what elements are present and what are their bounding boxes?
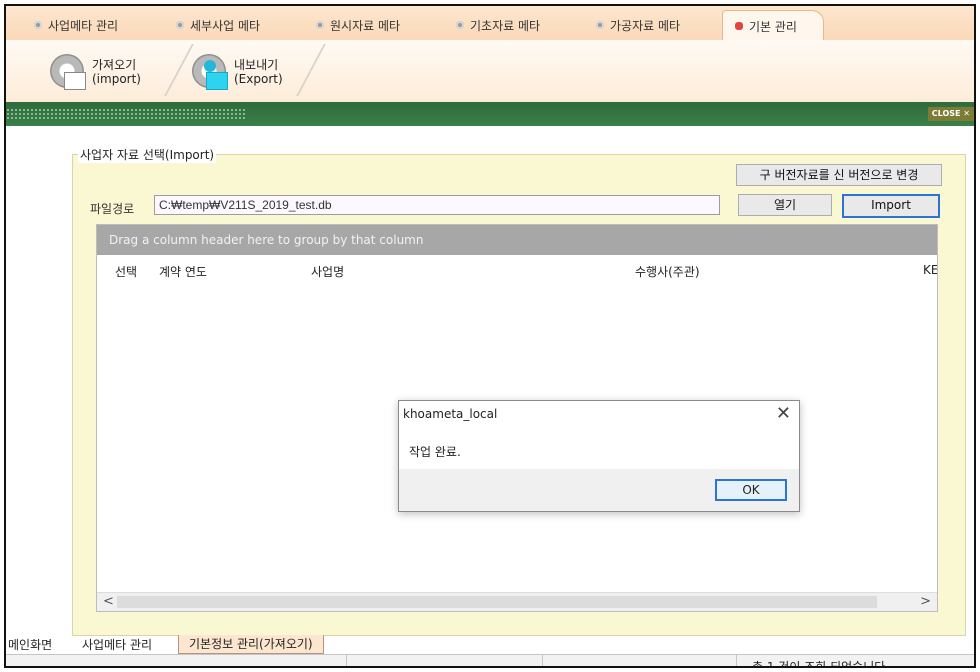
column-header-contract-year[interactable]: 계약 연도 xyxy=(159,263,207,280)
bottom-tab-main[interactable]: 메인화면 xyxy=(8,636,52,654)
dot-pattern xyxy=(6,108,246,120)
ribbon-divider xyxy=(164,44,194,96)
tab-label: 기초자료 메타 xyxy=(470,18,541,33)
import-gear-icon xyxy=(50,54,86,90)
tab-bullet-icon xyxy=(456,21,464,29)
title-bar: CLOSE ✕ xyxy=(6,102,974,126)
tab-raw-data-meta[interactable]: 원시자료 메타 xyxy=(316,15,400,35)
import-button[interactable]: Import xyxy=(842,194,940,218)
open-button[interactable]: 열기 xyxy=(738,194,832,216)
close-button[interactable]: CLOSE ✕ xyxy=(927,107,974,121)
tab-label: 기본 관리 xyxy=(749,19,797,34)
path-label: 파일경로 xyxy=(90,202,135,216)
dialog-body: 작업 완료. xyxy=(399,429,799,469)
tab-active-icon xyxy=(735,22,743,30)
status-divider xyxy=(542,655,543,666)
scroll-right-icon[interactable]: > xyxy=(920,594,931,609)
dialog-ok-button[interactable]: OK xyxy=(715,479,787,501)
message-dialog: khoameta_local ✕ 작업 완료. OK xyxy=(398,400,800,512)
convert-version-button[interactable]: 구 버전자료를 신 버전으로 변경 xyxy=(736,164,942,186)
bottom-tab-basic-info-import[interactable]: 기본정보 관리(가져오기) xyxy=(178,635,324,654)
scroll-thumb[interactable] xyxy=(117,596,877,608)
tab-detail-meta[interactable]: 세부사업 메타 xyxy=(176,15,260,35)
status-divider xyxy=(736,655,737,666)
tab-label: 원시자료 메타 xyxy=(330,18,401,33)
bottom-tab-business-meta[interactable]: 사업메타 관리 xyxy=(82,636,152,654)
column-header-contractor[interactable]: 수행사(주관) xyxy=(635,263,700,280)
tab-label: 사업메타 관리 xyxy=(48,18,119,33)
tab-label: 가공자료 메타 xyxy=(610,18,681,33)
tab-bullet-icon xyxy=(316,21,324,29)
export-ribbon-button[interactable]: 내보내기 (Export) xyxy=(192,50,283,94)
tab-bullet-icon xyxy=(176,21,184,29)
tab-label: 세부사업 메타 xyxy=(190,18,261,33)
dialog-message: 작업 완료. xyxy=(409,445,461,459)
tab-bullet-icon xyxy=(34,21,42,29)
fieldset-legend: 사업자 자료 선택(Import) xyxy=(78,146,217,163)
import-sublabel: (import) xyxy=(92,72,141,86)
tab-basic-management[interactable]: 기본 관리 xyxy=(722,10,824,41)
file-path-input[interactable] xyxy=(154,195,720,215)
export-gear-icon xyxy=(192,54,228,90)
status-divider xyxy=(346,655,347,666)
app-window: 사업메타 관리 세부사업 메타 원시자료 메타 기초자료 메타 가공자료 메타 … xyxy=(4,4,976,668)
status-bar: 총 1 건이 조회 되었습니다. xyxy=(6,654,974,668)
bottom-tab-strip: 메인화면 사업메타 관리 기본정보 관리(가져오기) xyxy=(6,635,974,654)
horizontal-scrollbar[interactable]: < > xyxy=(97,592,937,611)
import-ribbon-button[interactable]: 가져오기 (import) xyxy=(50,50,141,94)
tab-basic-data-meta[interactable]: 기초자료 메타 xyxy=(456,15,540,35)
export-sublabel: (Export) xyxy=(234,72,283,86)
ribbon-divider xyxy=(296,44,326,96)
tab-bullet-icon xyxy=(596,21,604,29)
tab-business-meta[interactable]: 사업메타 관리 xyxy=(34,15,118,35)
dialog-title: khoameta_local xyxy=(399,401,799,429)
ribbon: 가져오기 (import) 내보내기 (Export) xyxy=(6,40,974,102)
dialog-close-icon[interactable]: ✕ xyxy=(776,402,791,426)
scroll-left-icon[interactable]: < xyxy=(103,594,114,609)
column-header-project-name[interactable]: 사업명 xyxy=(311,263,344,280)
main-area: 사업자 자료 선택(Import) 구 버전자료를 신 버전으로 변경 파일경로… xyxy=(6,126,974,636)
status-message: 총 1 건이 조회 되었습니다. xyxy=(752,660,890,668)
import-label: 가져오기 xyxy=(92,58,137,72)
column-header-key[interactable]: KEY xyxy=(923,263,937,277)
column-header-select[interactable]: 선택 xyxy=(115,263,137,280)
group-by-panel[interactable]: Drag a column header here to group by th… xyxy=(97,225,937,255)
export-label: 내보내기 xyxy=(234,58,279,72)
top-tab-strip: 사업메타 관리 세부사업 메타 원시자료 메타 기초자료 메타 가공자료 메타 … xyxy=(6,6,974,41)
tab-processed-data-meta[interactable]: 가공자료 메타 xyxy=(596,15,680,35)
